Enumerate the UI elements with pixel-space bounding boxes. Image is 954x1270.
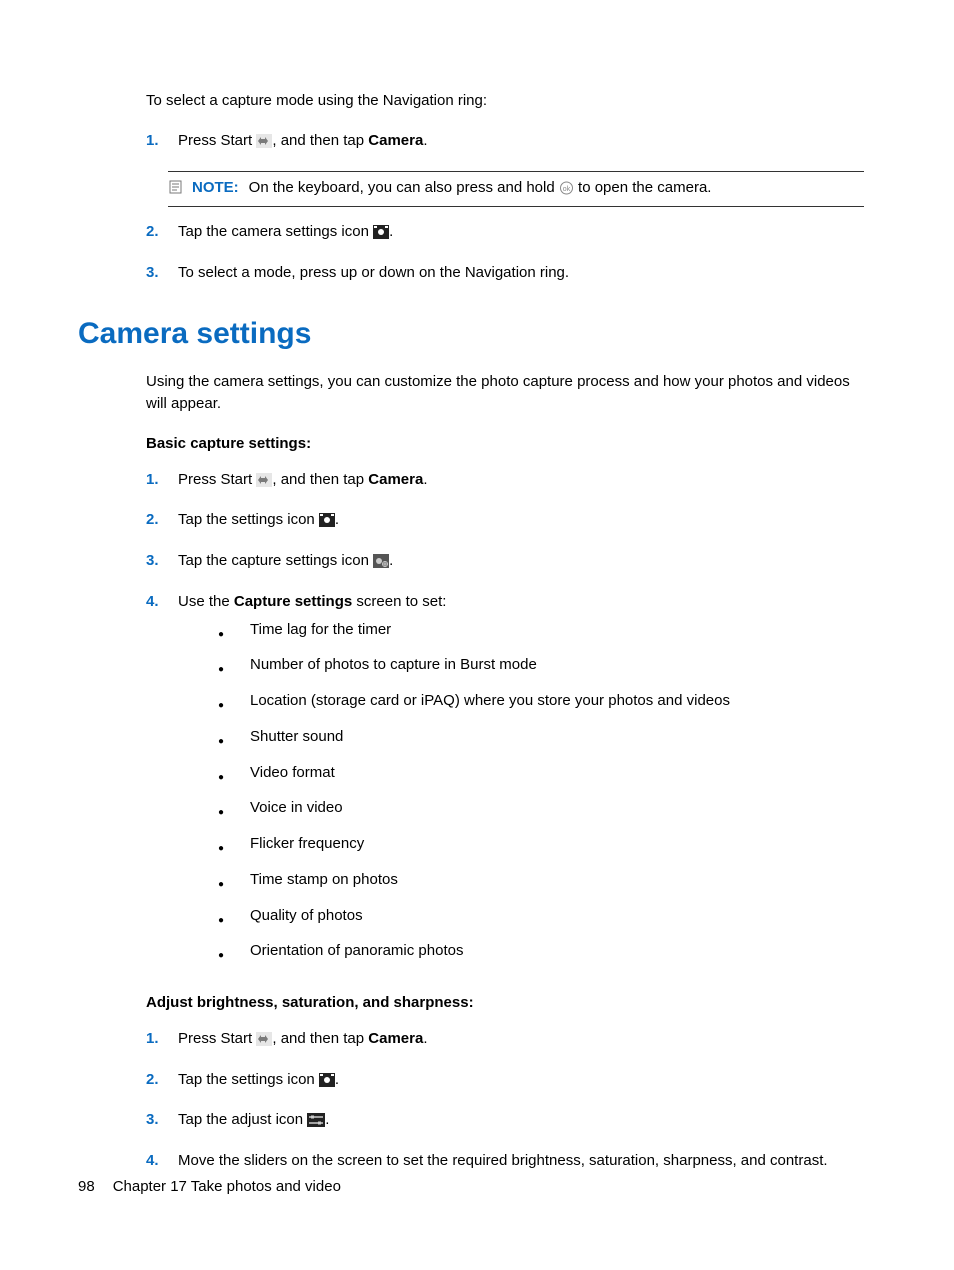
step-number: 2.: [146, 509, 178, 531]
list-item: ●Shutter sound: [218, 726, 864, 748]
bullet-icon: ●: [218, 916, 250, 926]
step-body: Press Start , and then tap Camera.: [178, 130, 864, 155]
start-icon: [256, 133, 272, 155]
list-item: 3. Tap the adjust icon .: [146, 1109, 864, 1134]
adjust-icon: [307, 1112, 325, 1134]
bullet-icon: ●: [218, 737, 250, 747]
step-body: Tap the camera settings icon .: [178, 221, 864, 246]
start-icon: [256, 1031, 272, 1053]
list-item: ●Location (storage card or iPAQ) where y…: [218, 690, 864, 712]
bullet-icon: ●: [218, 773, 250, 783]
list-item: ●Voice in video: [218, 797, 864, 819]
step-number: 4.: [146, 1150, 178, 1172]
step-body: Tap the settings icon .: [178, 509, 864, 534]
capture-settings-icon: [373, 553, 389, 575]
step-number: 1.: [146, 1028, 178, 1050]
step-body: Tap the capture settings icon .: [178, 550, 864, 575]
note-icon: [168, 179, 186, 201]
step-body: Press Start , and then tap Camera.: [178, 1028, 864, 1053]
page: To select a capture mode using the Navig…: [0, 0, 954, 1270]
chapter-title: Chapter 17 Take photos and video: [113, 1178, 341, 1195]
step-body: Use the Capture settings screen to set: …: [178, 591, 864, 976]
note: NOTE:On the keyboard, you can also press…: [168, 171, 864, 208]
page-number: 98: [78, 1178, 95, 1195]
step-body: Tap the adjust icon .: [178, 1109, 864, 1134]
top-steps-cont: 2. Tap the camera settings icon . 3. To …: [146, 221, 864, 284]
step-number: 1.: [146, 130, 178, 152]
step-body: Tap the settings icon .: [178, 1069, 864, 1094]
list-item: ●Time lag for the timer: [218, 619, 864, 641]
list-item: 3. Tap the capture settings icon .: [146, 550, 864, 575]
svg-text:ok: ok: [563, 186, 571, 193]
section-intro: Using the camera settings, you can custo…: [146, 371, 864, 415]
start-icon: [256, 472, 272, 494]
step-number: 2.: [146, 1069, 178, 1091]
step-body: Press Start , and then tap Camera.: [178, 469, 864, 494]
ok-icon: ok: [559, 180, 574, 202]
list-item: 1. Press Start , and then tap Camera.: [146, 130, 864, 155]
list-item: 1. Press Start , and then tap Camera.: [146, 1028, 864, 1053]
list-item: ●Time stamp on photos: [218, 869, 864, 891]
list-item: 3. To select a mode, press up or down on…: [146, 262, 864, 284]
heading-camera-settings: Camera settings: [78, 312, 864, 356]
bullet-icon: ●: [218, 665, 250, 675]
bullet-icon: ●: [218, 808, 250, 818]
step-number: 1.: [146, 469, 178, 491]
settings-icon: [319, 1072, 335, 1094]
note-label: NOTE:: [192, 179, 239, 196]
page-footer: 98 Chapter 17 Take photos and video: [78, 1176, 341, 1198]
list-item: 4. Move the sliders on the screen to set…: [146, 1150, 864, 1172]
step-number: 3.: [146, 262, 178, 284]
list-item: ●Video format: [218, 762, 864, 784]
camera-settings-icon: [373, 224, 389, 246]
list-item: ●Orientation of panoramic photos: [218, 940, 864, 962]
list-item: 2. Tap the settings icon .: [146, 1069, 864, 1094]
list-item: 2. Tap the settings icon .: [146, 509, 864, 534]
bullet-icon: ●: [218, 880, 250, 890]
step-body: To select a mode, press up or down on th…: [178, 262, 864, 284]
list-item: 2. Tap the camera settings icon .: [146, 221, 864, 246]
list-item: ●Flicker frequency: [218, 833, 864, 855]
list-item: 1. Press Start , and then tap Camera.: [146, 469, 864, 494]
bullet-icon: ●: [218, 951, 250, 961]
basic-heading: Basic capture settings:: [146, 433, 864, 455]
list-item: ●Quality of photos: [218, 905, 864, 927]
list-item: 4. Use the Capture settings screen to se…: [146, 591, 864, 976]
step-number: 3.: [146, 550, 178, 572]
note-body: NOTE:On the keyboard, you can also press…: [192, 177, 711, 202]
capture-options: ●Time lag for the timer ●Number of photo…: [218, 619, 864, 963]
list-item: ●Number of photos to capture in Burst mo…: [218, 654, 864, 676]
basic-steps: 1. Press Start , and then tap Camera. 2.…: [146, 469, 864, 977]
adjust-steps: 1. Press Start , and then tap Camera. 2.…: [146, 1028, 864, 1172]
bullet-icon: ●: [218, 844, 250, 854]
step-number: 3.: [146, 1109, 178, 1131]
top-steps: 1. Press Start , and then tap Camera.: [146, 130, 864, 155]
bullet-icon: ●: [218, 701, 250, 711]
settings-icon: [319, 512, 335, 534]
bullet-icon: ●: [218, 630, 250, 640]
top-intro: To select a capture mode using the Navig…: [146, 90, 864, 112]
step-body: Move the sliders on the screen to set th…: [178, 1150, 864, 1172]
adjust-heading: Adjust brightness, saturation, and sharp…: [146, 992, 864, 1014]
step-number: 4.: [146, 591, 178, 613]
step-number: 2.: [146, 221, 178, 243]
